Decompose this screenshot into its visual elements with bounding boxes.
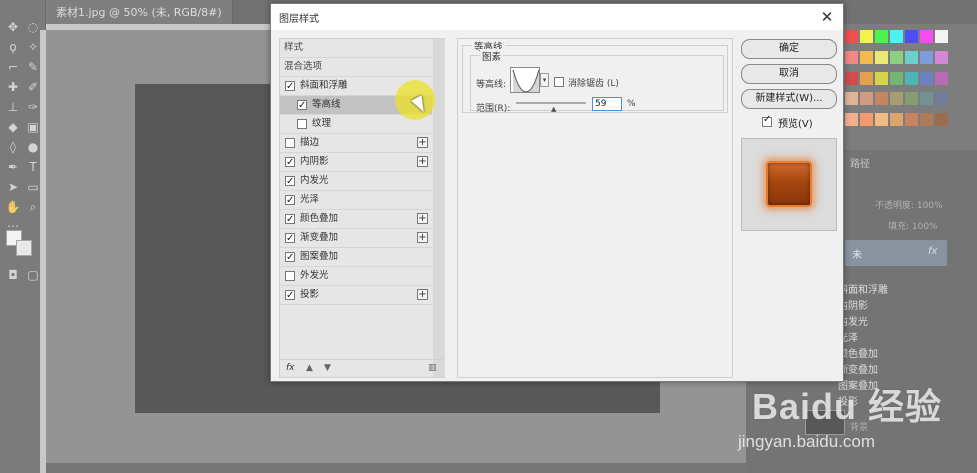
move-down-icon[interactable]: ▼	[324, 363, 331, 373]
style-list-scrollbar[interactable]	[433, 39, 445, 377]
dialog-title: 图层样式	[279, 14, 319, 25]
style-preview	[741, 138, 837, 231]
style-item-label: 内阴影	[300, 156, 329, 167]
contour-dropdown-icon[interactable]: ▾	[540, 73, 549, 87]
style-item[interactable]: 光泽	[280, 191, 432, 210]
style-item-checkbox[interactable]	[285, 173, 295, 191]
range-slider-thumb[interactable]: ▲	[551, 105, 556, 113]
style-item[interactable]: 外发光	[280, 267, 432, 286]
style-item-label: 斜面和浮雕	[300, 80, 348, 91]
range-slider[interactable]	[516, 102, 586, 104]
style-item[interactable]: 图案叠加	[280, 248, 432, 267]
preview-checkbox[interactable]	[762, 114, 772, 127]
style-item-checkbox[interactable]	[285, 249, 295, 267]
ok-button[interactable]: 确定	[741, 39, 837, 59]
style-item-checkbox[interactable]	[285, 154, 295, 172]
style-item-label: 纹理	[312, 118, 332, 129]
close-icon[interactable]: ✕	[817, 7, 837, 27]
style-item[interactable]: 颜色叠加 +	[280, 210, 432, 229]
style-list-footer: fx ▲ ▼ ▥	[280, 359, 444, 377]
layer-style-dialog: 图层样式 ✕ 样式 混合选项 斜面和浮雕等高线纹理描边 + 内阴影 + 内发光光泽颜色叠…	[270, 3, 844, 382]
style-item-checkbox[interactable]	[297, 97, 307, 115]
style-item-checkbox[interactable]	[285, 192, 295, 210]
trash-icon[interactable]: ▥	[428, 363, 437, 373]
antialias-label: 消除锯齿 (L)	[568, 79, 619, 89]
new-style-button[interactable]: 新建样式(W)...	[741, 89, 837, 109]
range-unit: %	[627, 99, 636, 109]
add-effect-icon[interactable]: +	[417, 232, 428, 243]
add-effect-icon[interactable]: +	[417, 289, 428, 300]
style-item-label: 等高线	[312, 99, 341, 110]
dialog-titlebar[interactable]: 图层样式 ✕	[271, 4, 843, 30]
cancel-button[interactable]: 取消	[741, 64, 837, 84]
style-item-label: 渐变叠加	[300, 232, 339, 243]
style-item[interactable]: 描边 +	[280, 134, 432, 153]
styles-header[interactable]: 样式	[280, 39, 432, 58]
contour-label: 等高线:	[476, 80, 507, 90]
blending-options-header[interactable]: 混合选项	[280, 58, 432, 77]
preview-swatch	[766, 161, 812, 207]
style-item-label: 外发光	[300, 270, 329, 281]
style-item[interactable]: 渐变叠加 +	[280, 229, 432, 248]
style-item-checkbox[interactable]	[285, 287, 295, 305]
elements-group-title: 图素	[480, 49, 504, 63]
range-input[interactable]: 59	[592, 97, 622, 111]
style-item-label: 光泽	[300, 194, 320, 205]
range-label: 范围(R):	[476, 104, 511, 114]
style-item[interactable]: 投影 +	[280, 286, 432, 305]
contour-curve-icon	[512, 69, 539, 92]
add-effect-icon[interactable]: +	[417, 213, 428, 224]
style-item-checkbox[interactable]	[297, 119, 307, 129]
preview-label: 预览(V)	[778, 119, 813, 130]
style-item-checkbox[interactable]	[285, 230, 295, 248]
style-item-label: 颜色叠加	[300, 213, 339, 224]
style-item-checkbox[interactable]	[285, 138, 295, 148]
style-item-label: 图案叠加	[300, 251, 339, 262]
contour-settings: 等高线 图素 等高线: ▾ 消除锯齿 (L) 范围(R): ▲ 59 %	[457, 38, 733, 378]
add-effect-icon[interactable]: +	[417, 137, 428, 148]
antialias-checkbox[interactable]	[554, 77, 564, 87]
style-item-checkbox[interactable]	[285, 271, 295, 281]
style-item-label: 内发光	[300, 175, 329, 186]
style-item-label: 投影	[300, 289, 320, 300]
move-up-icon[interactable]: ▲	[306, 363, 313, 373]
style-item-checkbox[interactable]	[285, 78, 295, 96]
fx-menu-icon[interactable]: fx	[286, 363, 295, 373]
style-item[interactable]: 内发光	[280, 172, 432, 191]
add-effect-icon[interactable]: +	[417, 156, 428, 167]
style-item[interactable]: 内阴影 +	[280, 153, 432, 172]
style-item-checkbox[interactable]	[285, 211, 295, 229]
style-item-label: 描边	[300, 137, 320, 148]
contour-preview[interactable]	[510, 67, 540, 93]
